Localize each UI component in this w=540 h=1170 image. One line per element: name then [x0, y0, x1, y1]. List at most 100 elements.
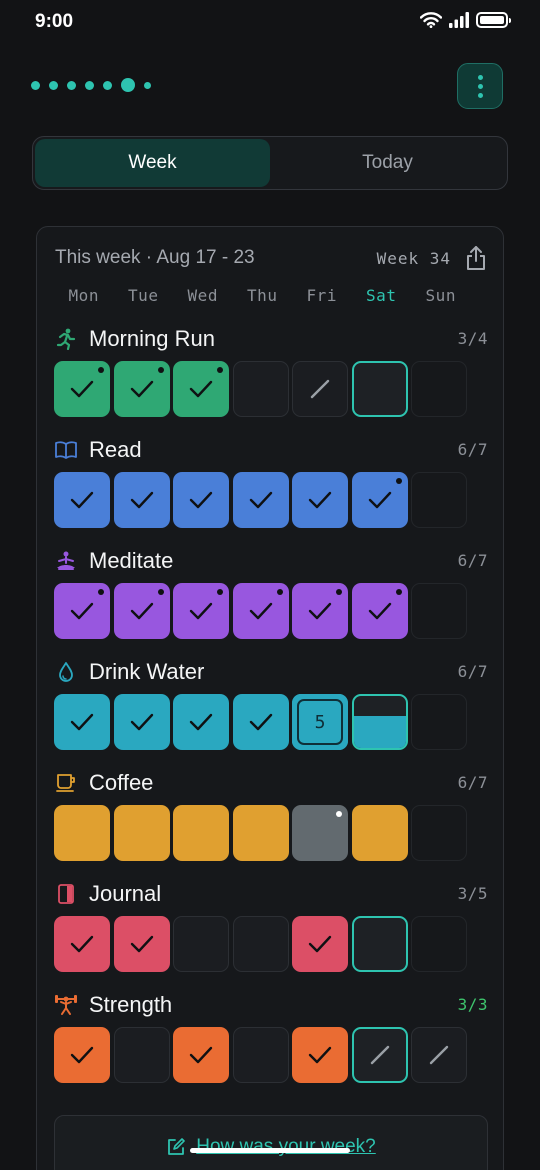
habit-progress-count: 3/4 — [457, 329, 488, 348]
day-cell-fri[interactable] — [292, 361, 348, 417]
day-cell-sun[interactable] — [411, 472, 467, 528]
day-cell-sat[interactable] — [351, 694, 408, 750]
day-cell-tue[interactable] — [113, 1027, 170, 1083]
card-header: This week · Aug 17 - 23 Week 34 — [55, 245, 487, 271]
day-cell-wed[interactable] — [173, 583, 229, 639]
habit-title[interactable]: Read 6/7 — [54, 435, 488, 465]
habit-title[interactable]: Strength 3/3 — [54, 990, 488, 1020]
tab-today[interactable]: Today — [270, 139, 505, 187]
view-switcher: Week Today — [32, 136, 508, 190]
day-cell-wed[interactable] — [173, 694, 229, 750]
note-indicator — [395, 589, 402, 595]
day-cell-mon[interactable] — [54, 1027, 110, 1083]
habit-row: Coffee 6/7 — [54, 768, 488, 878]
habit-title[interactable]: Drink Water 6/7 — [54, 657, 488, 687]
day-cells: 5 — [54, 694, 467, 750]
reflect-label: How was your week? — [196, 1136, 376, 1157]
day-cell-sat[interactable] — [351, 805, 408, 861]
page-indicator[interactable] — [31, 78, 151, 92]
habit-name: Coffee — [89, 770, 154, 795]
day-cell-wed[interactable] — [173, 472, 229, 528]
habit-row: Journal 3/5 — [54, 879, 488, 989]
home-indicator — [190, 1148, 350, 1153]
day-cell-fri[interactable] — [292, 583, 348, 639]
day-cell-mon[interactable] — [54, 583, 110, 639]
day-cell-mon[interactable] — [54, 805, 110, 861]
day-label: Fri — [306, 286, 337, 305]
day-cell-thu[interactable] — [232, 583, 289, 639]
day-cell-tue[interactable] — [113, 805, 170, 861]
day-cell-fri[interactable] — [292, 916, 348, 972]
habit-title[interactable]: Journal 3/5 — [54, 879, 488, 909]
habit-title[interactable]: Meditate 6/7 — [54, 546, 488, 576]
note-indicator — [395, 478, 402, 484]
day-cell-wed[interactable] — [173, 361, 229, 417]
day-cell-sat[interactable] — [351, 916, 408, 972]
day-cell-mon[interactable] — [54, 694, 110, 750]
week-range: This week · Aug 17 - 23 — [55, 247, 255, 268]
day-cell-sat[interactable] — [351, 361, 408, 417]
day-cell-sat[interactable] — [351, 583, 408, 639]
day-cell-wed[interactable] — [173, 805, 229, 861]
day-labels: Mon Tue Wed Thu Fri Sat Sun — [54, 286, 471, 305]
day-cell-sun[interactable] — [411, 1027, 467, 1083]
more-menu-button[interactable] — [457, 63, 503, 109]
day-cell-tue[interactable] — [113, 472, 170, 528]
day-cell-thu[interactable] — [232, 1027, 289, 1083]
day-cell-wed[interactable] — [173, 916, 229, 972]
day-cells — [54, 805, 467, 861]
day-cell-sun[interactable] — [411, 361, 467, 417]
day-cell-sun[interactable] — [411, 583, 467, 639]
page-dot[interactable] — [85, 80, 94, 90]
day-cell-sun[interactable] — [411, 805, 467, 861]
habit-name: Read — [89, 437, 142, 462]
day-cell-sat[interactable] — [351, 472, 408, 528]
page-dot[interactable] — [31, 80, 40, 90]
day-cells — [54, 1027, 467, 1083]
habit-name: Strength — [89, 992, 173, 1017]
reflect-week-button[interactable]: How was your week? — [54, 1115, 488, 1170]
day-cell-wed[interactable] — [173, 1027, 229, 1083]
day-cell-thu[interactable] — [232, 472, 289, 528]
edit-note-icon — [168, 1138, 186, 1155]
note-indicator — [336, 811, 342, 817]
tab-week[interactable]: Week — [35, 139, 270, 187]
note-indicator — [276, 589, 283, 595]
dumbbell-icon — [54, 993, 78, 1017]
day-cell-thu[interactable] — [232, 805, 289, 861]
day-cell-sat[interactable] — [351, 1027, 408, 1083]
page-dot-active[interactable] — [121, 78, 135, 92]
battery-icon — [476, 12, 511, 28]
day-cell-fri[interactable] — [292, 1027, 348, 1083]
note-indicator — [217, 367, 223, 373]
book-icon — [54, 438, 78, 462]
page-dot[interactable] — [49, 80, 58, 90]
habit-title[interactable]: Morning Run 3/4 — [54, 324, 488, 354]
day-cell-fri[interactable] — [292, 805, 348, 861]
day-cell-mon[interactable] — [54, 361, 110, 417]
habit-name: Drink Water — [89, 659, 205, 684]
note-indicator — [98, 367, 104, 373]
day-cell-thu[interactable] — [232, 916, 289, 972]
habit-progress-count: 6/7 — [457, 662, 488, 681]
day-cell-mon[interactable] — [54, 916, 110, 972]
day-cell-tue[interactable] — [113, 361, 170, 417]
share-icon[interactable] — [465, 245, 487, 271]
day-cell-sun[interactable] — [411, 694, 467, 750]
habit-title[interactable]: Coffee 6/7 — [54, 768, 488, 798]
day-cell-tue[interactable] — [113, 583, 170, 639]
day-cell-tue[interactable] — [113, 694, 170, 750]
habit-progress-count: 6/7 — [457, 551, 488, 570]
day-cell-sun[interactable] — [411, 916, 467, 972]
day-cell-fri[interactable] — [292, 472, 348, 528]
day-cell-fri[interactable]: 5 — [292, 694, 348, 750]
day-cell-tue[interactable] — [113, 916, 170, 972]
day-cell-thu[interactable] — [232, 694, 289, 750]
cellular-signal-icon — [449, 12, 469, 28]
page-dot[interactable] — [144, 81, 151, 89]
page-dot[interactable] — [103, 80, 112, 90]
day-cell-thu[interactable] — [232, 361, 289, 417]
day-cell-mon[interactable] — [54, 472, 110, 528]
page-dot[interactable] — [67, 80, 76, 90]
habit-name: Journal — [89, 881, 162, 906]
